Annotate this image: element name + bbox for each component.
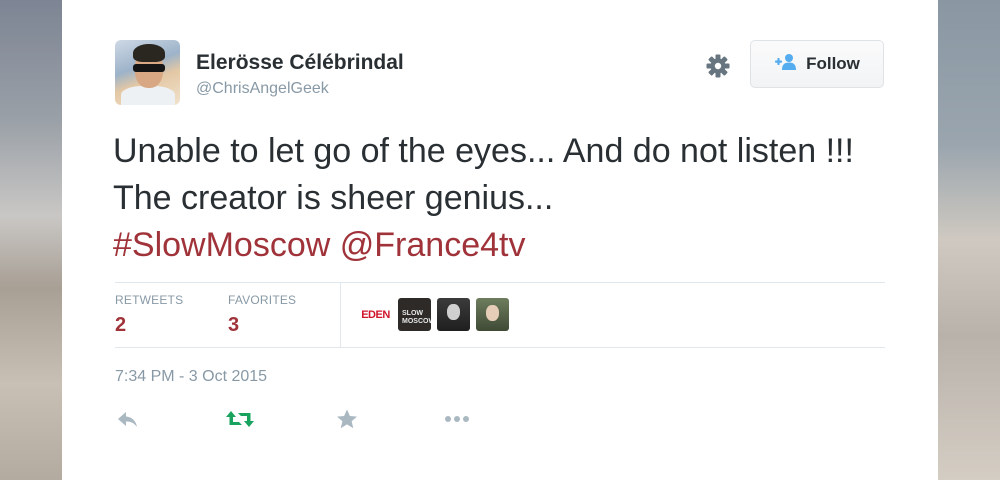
retweets-count: 2 [115,314,127,336]
retweets-stat[interactable]: RETWEETS 2 [115,293,183,337]
favorites-stat[interactable]: FAVORITES 3 [228,293,296,337]
favorite-icon[interactable] [335,408,363,432]
gear-icon[interactable] [704,52,732,80]
background-left [0,0,62,480]
author-handle[interactable]: @ChrisAngelGeek [196,80,329,98]
tweet-timestamp[interactable]: 7:34 PM - 3 Oct 2015 [115,368,267,386]
retweets-label: RETWEETS [115,293,184,307]
stats-divider [340,283,341,347]
tweet-body: Unable to let go of the eyes... And do n… [113,132,854,217]
tweet-card: Elerösse Célébrindal @ChrisAngelGeek Fol… [62,0,938,480]
more-icon[interactable] [443,408,471,432]
author-avatar[interactable] [115,40,180,105]
mention-link[interactable]: @France4tv [340,226,526,264]
background-right [938,0,1000,480]
tweet-stats: RETWEETS 2 FAVORITES 3 EDEN SLOW MOSCOW [115,282,885,348]
favoriter-avatars: EDEN SLOW MOSCOW [359,298,509,331]
reply-icon[interactable] [115,408,143,432]
add-user-icon [774,53,798,76]
eden-avatar[interactable]: EDEN [359,298,392,331]
retweet-icon[interactable] [225,408,254,432]
woman-avatar[interactable] [476,298,509,331]
author-name[interactable]: Elerösse Célébrindal [196,51,404,75]
follow-button-label: Follow [806,54,860,73]
follow-button[interactable]: Follow [750,40,884,88]
hashtag-link[interactable]: #SlowMoscow [113,226,330,264]
slow-moscow-avatar[interactable]: SLOW MOSCOW [398,298,431,331]
favorites-count: 3 [228,314,240,336]
man-avatar[interactable] [437,298,470,331]
favorites-label: FAVORITES [228,293,297,307]
tweet-text: Unable to let go of the eyes... And do n… [113,128,873,269]
